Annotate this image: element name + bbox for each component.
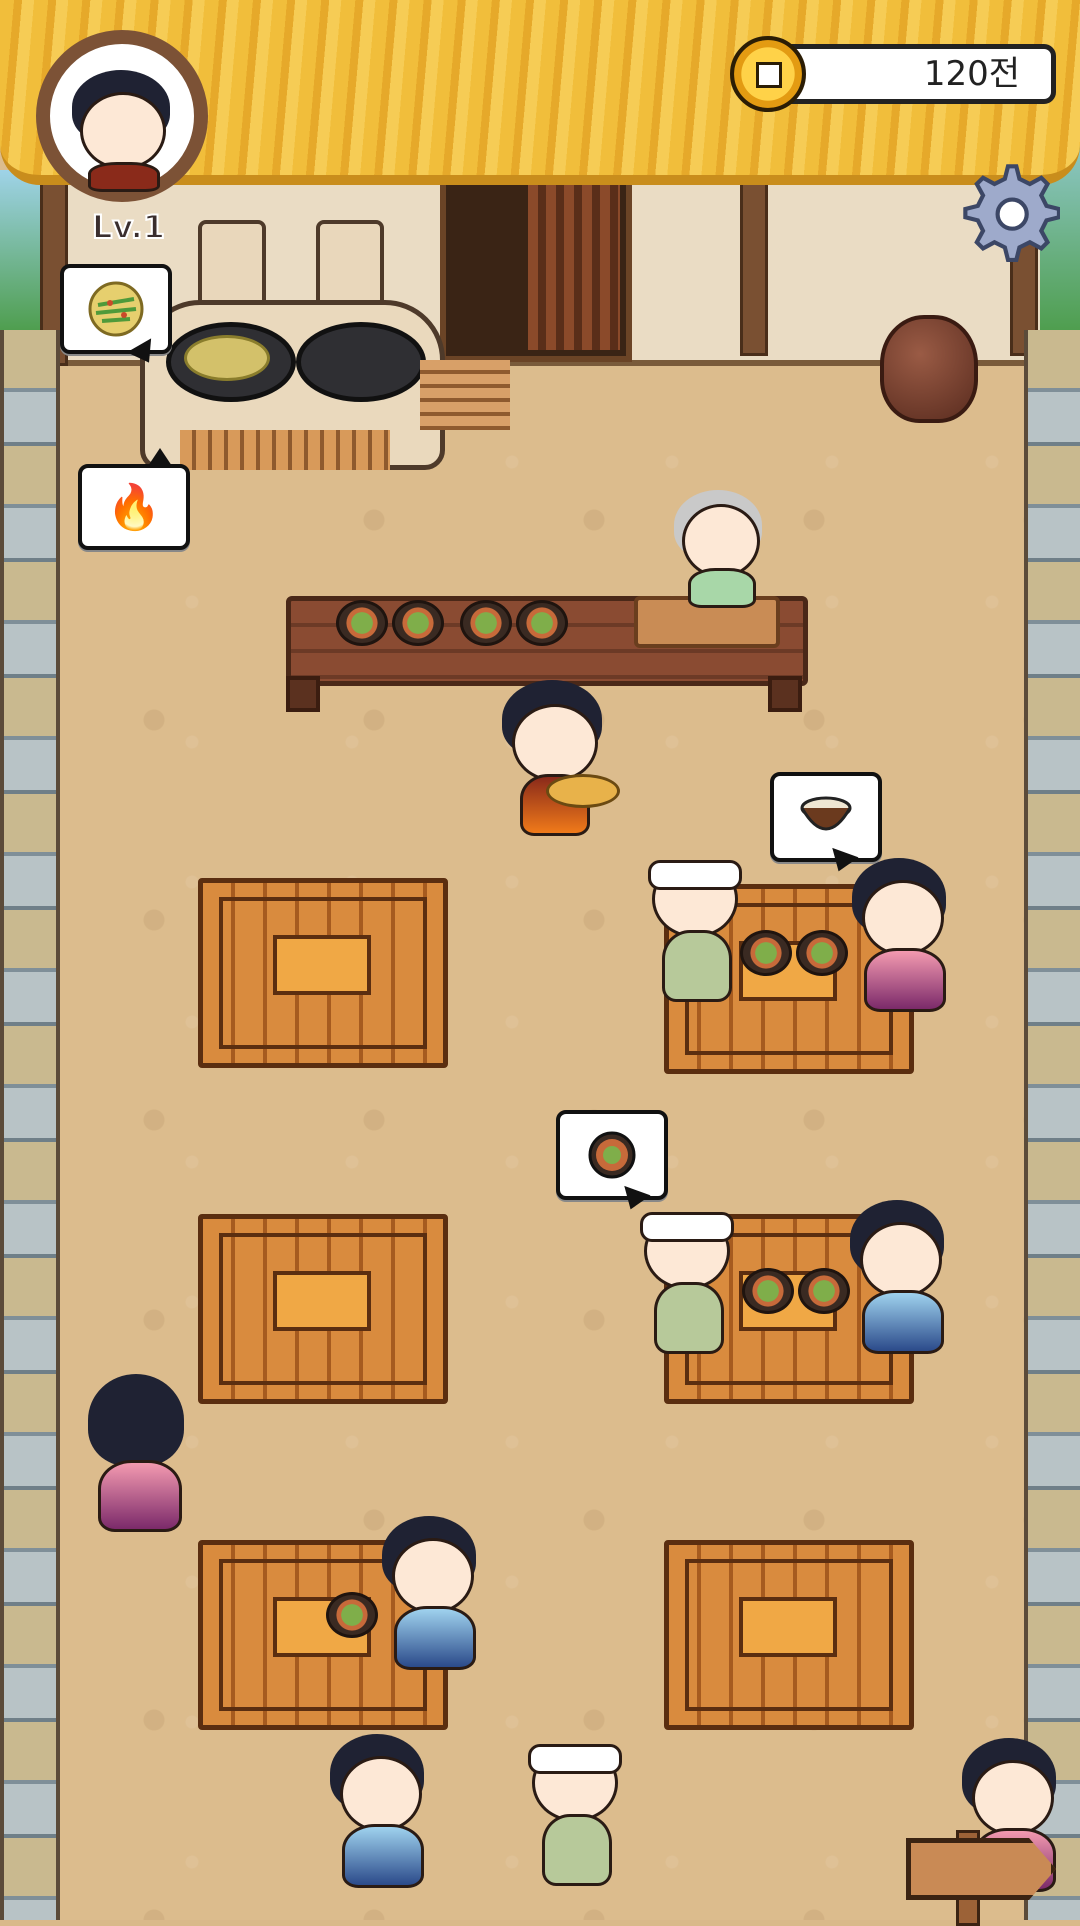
clay-jar bbox=[880, 315, 978, 423]
customer-man-walking[interactable] bbox=[524, 1724, 624, 1886]
coin-hole bbox=[756, 62, 782, 88]
stone-wall-right bbox=[1024, 330, 1080, 1920]
customer-woman[interactable] bbox=[846, 1200, 950, 1354]
waiter-player[interactable] bbox=[496, 680, 620, 836]
pancake-on-pot bbox=[184, 335, 270, 381]
table-right-3[interactable] bbox=[664, 1540, 914, 1730]
pancake-icon bbox=[88, 281, 144, 337]
cooking-pot[interactable] bbox=[296, 322, 426, 402]
noodle-bowl bbox=[740, 930, 792, 976]
customer-woman-walking[interactable] bbox=[326, 1734, 430, 1888]
noodle-bowl[interactable] bbox=[336, 600, 388, 646]
counter-leg bbox=[768, 676, 802, 712]
noodle-bowl[interactable] bbox=[516, 600, 568, 646]
firewood bbox=[180, 430, 390, 470]
player-level: Lv.1 bbox=[91, 207, 166, 247]
table-left-1[interactable] bbox=[198, 878, 448, 1068]
noodle-bowl[interactable] bbox=[392, 600, 444, 646]
noodle-bowl-icon bbox=[588, 1131, 636, 1179]
noodle-bowl bbox=[742, 1268, 794, 1314]
pancake-order-bubble[interactable] bbox=[60, 264, 172, 354]
elf-waiter-portrait bbox=[66, 70, 178, 192]
noodle-bowl bbox=[326, 1592, 378, 1638]
gear-icon[interactable] bbox=[956, 158, 1062, 262]
firewood-stack bbox=[420, 360, 510, 430]
fire-icon: 🔥 bbox=[106, 482, 162, 533]
table-left-2[interactable] bbox=[198, 1214, 448, 1404]
exit-signpost[interactable] bbox=[906, 1838, 1056, 1900]
customer-man[interactable] bbox=[636, 1192, 736, 1354]
customer-woman[interactable] bbox=[378, 1516, 482, 1670]
rice-bowl-icon bbox=[800, 796, 852, 831]
noodle-order-bubble[interactable] bbox=[556, 1110, 668, 1200]
customer-woman-back[interactable] bbox=[84, 1374, 188, 1532]
stone-wall-left bbox=[0, 330, 60, 1920]
noodle-bowl bbox=[796, 930, 848, 976]
sky-left bbox=[0, 170, 40, 330]
customer-man[interactable] bbox=[644, 840, 744, 1002]
rice-order-bubble[interactable] bbox=[770, 772, 882, 862]
bubble-tail bbox=[148, 448, 172, 466]
noodle-bowl bbox=[798, 1268, 850, 1314]
counter-leg bbox=[286, 676, 320, 712]
fire-bubble[interactable]: 🔥 bbox=[78, 464, 190, 550]
grandma-cook[interactable] bbox=[668, 490, 768, 608]
noodle-bowl[interactable] bbox=[460, 600, 512, 646]
coin-value: 120전 bbox=[923, 54, 1020, 94]
customer-woman[interactable] bbox=[848, 858, 952, 1012]
